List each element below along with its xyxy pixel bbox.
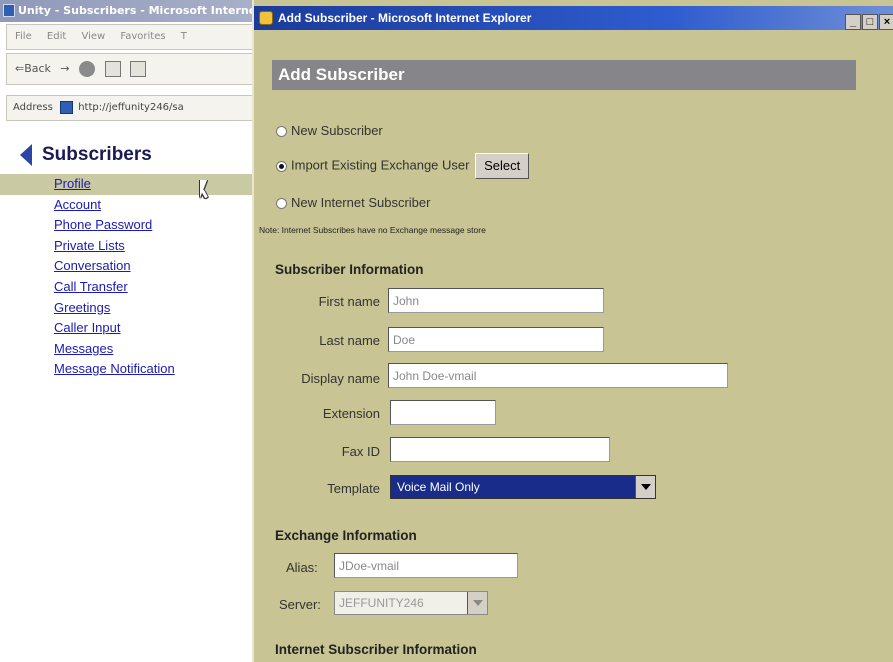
display-name-field[interactable] [388,363,728,388]
subscriber-info-title: Subscriber Information [275,262,424,277]
chevron-down-icon[interactable] [635,476,655,498]
home-icon[interactable] [130,61,147,77]
add-subscriber-window: Add Subscriber - Microsoft Internet Expl… [252,0,893,662]
radio-new-subscriber[interactable] [276,126,287,138]
alias-label: Alias: [286,560,318,575]
internet-subscriber-note: Note: Internet Subscribes have no Exchan… [259,225,486,235]
address-label: Address [13,102,53,113]
internet-subscriber-info-title: Internet Subscriber Information [275,642,477,657]
template-label: Template [327,481,380,496]
display-name-label: Display name [301,371,380,386]
last-name-label: Last name [319,333,380,348]
menu-favorites[interactable]: Favorites [120,31,165,42]
radio-row-new-internet-subscriber[interactable]: New Internet Subscriber [276,195,430,210]
fax-id-field[interactable] [390,437,610,462]
menu-tools[interactable]: T [181,31,187,42]
extension-label: Extension [322,406,380,421]
nav-item-call-transfer[interactable]: Call Transfer [0,277,260,298]
radio-row-import-exchange[interactable]: Import Existing Exchange User Select [276,153,530,179]
nav-item-account[interactable]: Account [0,195,260,216]
extension-field[interactable] [390,400,496,425]
chevron-down-icon [467,592,487,614]
server-select: JEFFUNITY246 [334,591,488,615]
server-value: JEFFUNITY246 [339,596,424,610]
nav-item-profile[interactable]: Profile [0,174,260,195]
minimize-button[interactable]: _ [845,14,861,30]
last-name-field[interactable] [388,327,604,352]
address-bar: Address http://jeffunity246/sa [6,95,260,121]
browser-toolbar: ⇐Back → [6,53,260,85]
fax-id-label: Fax ID [341,444,380,459]
close-button[interactable]: × [879,14,893,30]
first-name-field[interactable] [388,288,604,313]
nav-item-conversation[interactable]: Conversation [0,256,260,277]
menu-file[interactable]: File [15,31,32,42]
stop-icon[interactable] [79,61,96,77]
form-header: Add Subscriber [272,60,856,90]
nav-item-greetings[interactable]: Greetings [0,298,260,319]
nav-item-private-lists[interactable]: Private Lists [0,236,260,257]
exchange-info-title: Exchange Information [275,528,417,543]
radio-new-internet-subscriber[interactable] [276,198,287,210]
dialog-titlebar[interactable]: Add Subscriber - Microsoft Internet Expl… [254,6,893,30]
background-window-title: Unity - Subscribers - Microsoft Internet… [18,4,260,17]
window-controls: _ □ × [844,9,893,30]
refresh-icon[interactable] [104,61,121,77]
background-titlebar[interactable]: Unity - Subscribers - Microsoft Internet… [0,0,260,22]
radio-row-new-subscriber[interactable]: New Subscriber [276,123,383,138]
address-input[interactable]: http://jeffunity246/sa [78,102,184,113]
back-arrow-icon[interactable] [20,144,32,166]
maximize-button[interactable]: □ [862,14,878,30]
browser-app-icon [3,4,15,17]
menu-bar: File Edit View Favorites T [6,24,260,50]
nav-item-messages[interactable]: Messages [0,339,260,360]
template-value: Voice Mail Only [397,480,480,494]
server-label: Server: [279,597,321,612]
radio-label-new-subscriber: New Subscriber [291,123,383,138]
menu-view[interactable]: View [81,31,105,42]
mouse-cursor-icon [200,180,207,198]
internet-explorer-icon [259,11,273,25]
select-button[interactable]: Select [475,153,530,179]
nav-heading: Subscribers [42,144,152,165]
radio-import-exchange-user[interactable] [276,160,287,172]
page-icon [60,100,74,114]
nav-item-phone-password[interactable]: Phone Password [0,215,260,236]
menu-edit[interactable]: Edit [47,31,66,42]
nav-item-message-notification[interactable]: Message Notification [0,359,260,380]
template-select[interactable]: Voice Mail Only [390,475,656,499]
back-button[interactable]: ⇐Back [15,54,51,84]
radio-label-new-internet-subscriber: New Internet Subscriber [291,195,431,210]
forward-button[interactable]: → [60,54,69,84]
background-browser-window: Unity - Subscribers - Microsoft Internet… [0,0,260,662]
nav-list: Profile Account Phone Password Private L… [0,174,260,380]
nav-item-caller-input[interactable]: Caller Input [0,318,260,339]
first-name-label: First name [318,294,380,309]
radio-label-import-exchange: Import Existing Exchange User [291,157,470,173]
alias-field[interactable] [334,553,518,578]
dialog-title: Add Subscriber - Microsoft Internet Expl… [278,11,532,25]
